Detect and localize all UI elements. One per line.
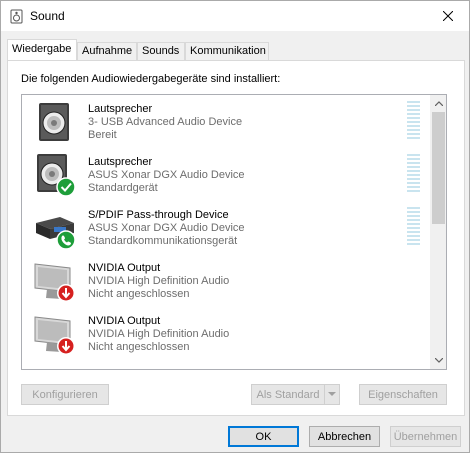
title-bar: Sound <box>1 1 469 31</box>
tab-aufnahme[interactable]: Aufnahme <box>77 42 137 60</box>
configure-button[interactable]: Konfigurieren <box>21 384 109 405</box>
apply-button[interactable]: Übernehmen <box>390 426 461 447</box>
spdif-device-icon <box>36 217 76 250</box>
scroll-down-button[interactable] <box>430 352 446 369</box>
device-driver: NVIDIA High Definition Audio <box>88 275 230 287</box>
device-status: Nicht angeschlossen <box>88 288 190 300</box>
cancel-button[interactable]: Abbrechen <box>309 426 380 447</box>
scroll-up-button[interactable] <box>430 95 446 112</box>
chevron-down-icon <box>328 392 336 396</box>
green-check-icon <box>56 177 76 197</box>
device-status: Nicht angeschlossen <box>88 341 190 353</box>
list-item[interactable]: NVIDIA Output NVIDIA High Definition Aud… <box>22 307 430 360</box>
tab-wiedergabe[interactable]: Wiedergabe <box>7 39 77 60</box>
monitor-icon <box>34 316 75 355</box>
device-status: Bereit <box>88 129 117 141</box>
tab-sounds[interactable]: Sounds <box>137 42 185 60</box>
monitor-icon <box>34 263 75 302</box>
device-name: S/PDIF Pass-through Device <box>88 209 229 221</box>
chevron-up-icon <box>434 101 443 106</box>
sound-dialog: Sound Wiedergabe Aufnahme Sounds Kommuni… <box>0 0 470 453</box>
device-driver: NVIDIA High Definition Audio <box>88 328 230 340</box>
vertical-scrollbar[interactable] <box>430 95 446 369</box>
set-default-button[interactable]: Als Standard <box>251 384 325 405</box>
device-list[interactable]: Lautsprecher 3- USB Advanced Audio Devic… <box>21 94 447 370</box>
volume-meter <box>407 207 420 247</box>
volume-meter <box>407 101 420 141</box>
speaker-icon <box>39 103 69 141</box>
volume-meter <box>407 154 420 194</box>
sound-app-icon <box>10 9 23 24</box>
ok-button[interactable]: OK <box>228 426 299 447</box>
device-status: Standardgerät <box>88 182 158 194</box>
device-driver: ASUS Xonar DGX Audio Device <box>88 222 245 234</box>
device-name: NVIDIA Output <box>88 262 161 274</box>
device-driver: 3- USB Advanced Audio Device <box>88 116 243 128</box>
device-status: Standardkommunikationsgerät <box>88 235 238 247</box>
list-item[interactable]: NVIDIA Output NVIDIA High Definition Aud… <box>22 254 430 307</box>
list-item[interactable]: S/PDIF Pass-through Device ASUS Xonar DG… <box>22 201 430 254</box>
speaker-icon <box>37 154 76 197</box>
device-name: Lautsprecher <box>88 103 153 115</box>
device-list-heading: Die folgenden Audiowiedergabegeräte sind… <box>21 73 281 85</box>
red-down-arrow-icon <box>57 337 75 355</box>
playback-panel: Die folgenden Audiowiedergabegeräte sind… <box>7 60 465 416</box>
close-icon <box>443 11 453 21</box>
tab-kommunikation[interactable]: Kommunikation <box>185 42 269 60</box>
device-name: NVIDIA Output <box>88 315 161 327</box>
device-name: Lautsprecher <box>88 156 153 168</box>
chevron-down-icon <box>434 358 443 363</box>
red-down-arrow-icon <box>57 284 75 302</box>
list-item[interactable]: Lautsprecher ASUS Xonar DGX Audio Device… <box>22 148 430 201</box>
list-item[interactable]: Lautsprecher 3- USB Advanced Audio Devic… <box>22 95 430 148</box>
set-default-dropdown[interactable] <box>324 384 340 405</box>
device-driver: ASUS Xonar DGX Audio Device <box>88 169 245 181</box>
properties-button[interactable]: Eigenschaften <box>359 384 447 405</box>
close-button[interactable] <box>437 7 459 25</box>
green-phone-icon <box>56 230 76 250</box>
window-title: Sound <box>30 9 65 23</box>
scroll-thumb[interactable] <box>432 112 445 224</box>
